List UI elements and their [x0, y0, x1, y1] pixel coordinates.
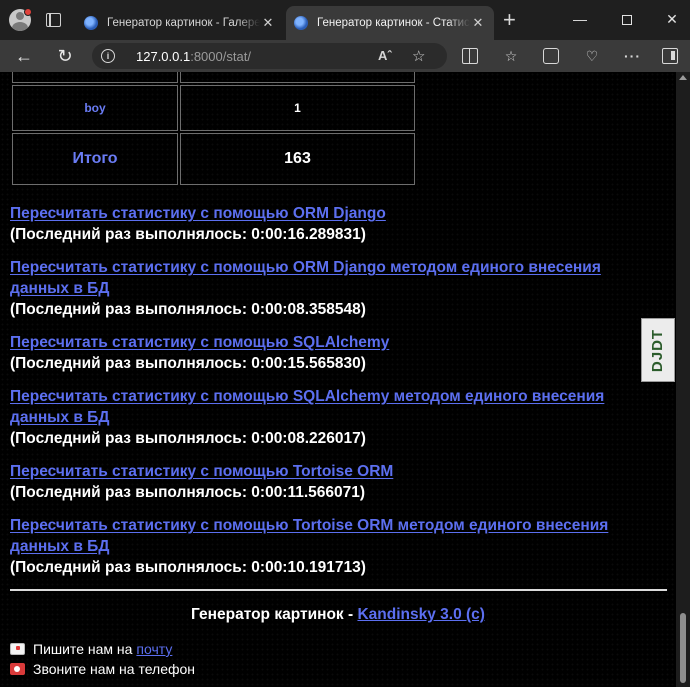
tab-favicon-icon: [84, 16, 98, 30]
back-button[interactable]: ←: [12, 44, 36, 68]
add-favorite-icon[interactable]: ☆: [412, 47, 425, 65]
table-cell-label: Итого: [12, 133, 178, 185]
recalc-item: Пересчитать статистику с помощью ORM Dja…: [10, 203, 660, 245]
recalc-sqlalchemy-link[interactable]: Пересчитать статистику с помощью SQLAlch…: [10, 334, 389, 351]
profile-notification-badge: [24, 8, 32, 16]
collections-icon[interactable]: [543, 48, 559, 64]
django-debug-toolbar-handle[interactable]: DJDT: [641, 318, 675, 382]
last-run-text: (Последний раз выполнялось: 0:00:10.1917…: [10, 559, 366, 576]
table-row: boy 1: [12, 85, 415, 131]
tab-title: Генератор картинок - Галерея: [107, 17, 260, 29]
browser-essentials-icon[interactable]: ♡: [584, 48, 600, 64]
table-cell-value: [180, 72, 415, 83]
close-window-button[interactable]: ✕: [649, 8, 690, 30]
site-info-icon[interactable]: i: [101, 49, 115, 63]
footer-title: Генератор картинок - Kandinsky 3.0 (c): [0, 606, 676, 624]
maximize-button[interactable]: [604, 8, 650, 30]
browser-toolbar: ← ↻ i 127.0.0.1:8000/stat/ Aˆ ☆ ☆ ♡ ···: [0, 40, 690, 72]
recalc-item: Пересчитать статистику с помощью Tortois…: [10, 461, 660, 503]
table-cell-label: [12, 72, 178, 83]
last-run-text: (Последний раз выполнялось: 0:00:16.2898…: [10, 226, 366, 243]
minimize-button[interactable]: —: [557, 8, 603, 30]
page-content: boy 1 Итого 163 Пересчитать статистику с…: [0, 72, 676, 687]
tab-favicon-icon: [294, 16, 308, 30]
tab-gallery[interactable]: Генератор картинок - Галерея ✕: [76, 6, 284, 40]
split-screen-icon[interactable]: [462, 48, 478, 64]
djdt-label: DJDT: [649, 328, 667, 372]
last-run-text: (Последний раз выполнялось: 0:00:15.5658…: [10, 355, 366, 372]
last-run-text: (Последний раз выполнялось: 0:00:11.5660…: [10, 484, 366, 501]
favorites-icon[interactable]: ☆: [503, 48, 519, 64]
mail-text: Пишите нам на: [33, 641, 133, 657]
more-menu-icon[interactable]: ···: [624, 48, 640, 64]
kandinsky-link[interactable]: Kandinsky 3.0 (c): [357, 606, 485, 623]
recalc-tortoise-link[interactable]: Пересчитать статистику с помощью Tortois…: [10, 463, 393, 480]
mail-link[interactable]: почту: [136, 641, 172, 657]
new-tab-button[interactable]: +: [503, 9, 516, 31]
stats-table: boy 1 Итого 163: [10, 72, 417, 187]
sidebar-icon[interactable]: [662, 48, 678, 64]
scrollbar-thumb[interactable]: [680, 613, 686, 683]
recalc-tortoise-bulk-link[interactable]: Пересчитать статистику с помощью Tortois…: [10, 517, 608, 555]
scroll-up-arrow-icon[interactable]: [679, 75, 687, 80]
phone-text: Звоните нам на телефон: [33, 661, 196, 677]
address-bar[interactable]: i 127.0.0.1:8000/stat/ Aˆ ☆: [92, 43, 447, 69]
envelope-icon: [10, 643, 25, 655]
url-host: 127.0.0.1: [136, 49, 191, 64]
maximize-icon: [622, 15, 632, 26]
recalc-orm-django-bulk-link[interactable]: Пересчитать статистику с помощью ORM Dja…: [10, 259, 601, 297]
footer-divider: [10, 589, 667, 591]
recalc-item: Пересчитать статистику с помощью ORM Dja…: [10, 257, 660, 320]
url-path: :8000/stat/: [190, 49, 251, 64]
contact-mail: Пишите нам на почту: [10, 641, 172, 657]
footer-separator: -: [343, 606, 358, 623]
last-run-text: (Последний раз выполнялось: 0:00:08.2260…: [10, 430, 366, 447]
footer-brand: Генератор картинок: [191, 606, 344, 623]
recalc-item: Пересчитать статистику с помощью SQLAlch…: [10, 386, 660, 449]
page-scrollbar[interactable]: [676, 72, 690, 687]
table-cell-value: 163: [180, 133, 415, 185]
browser-titlebar: Генератор картинок - Галерея ✕ Генератор…: [0, 0, 690, 40]
telephone-icon: [10, 663, 25, 675]
contact-phone: Звоните нам на телефон: [10, 661, 195, 677]
recalc-item: Пересчитать статистику с помощью SQLAlch…: [10, 332, 660, 374]
recalc-item: Пересчитать статистику с помощью Tortois…: [10, 515, 660, 578]
tab-close-icon[interactable]: ✕: [470, 15, 486, 31]
recalc-orm-django-link[interactable]: Пересчитать статистику с помощью ORM Dja…: [10, 205, 386, 222]
table-cell-value: 1: [180, 85, 415, 131]
tab-stats[interactable]: Генератор картинок - Статистика ✕: [286, 6, 494, 40]
last-run-text: (Последний раз выполнялось: 0:00:08.3585…: [10, 301, 366, 318]
recalc-list: Пересчитать статистику с помощью ORM Dja…: [10, 203, 660, 590]
read-aloud-icon[interactable]: Aˆ: [378, 48, 392, 63]
table-cell-label: boy: [12, 85, 178, 131]
table-row: [12, 72, 415, 83]
tab-title: Генератор картинок - Статистика: [317, 17, 470, 29]
table-row-total: Итого 163: [12, 133, 415, 185]
tab-actions-icon[interactable]: [46, 13, 61, 27]
tab-close-icon[interactable]: ✕: [260, 15, 276, 31]
recalc-sqlalchemy-bulk-link[interactable]: Пересчитать статистику с помощью SQLAlch…: [10, 388, 604, 426]
url-text[interactable]: 127.0.0.1:8000/stat/: [136, 49, 251, 64]
reload-button[interactable]: ↻: [53, 44, 77, 68]
